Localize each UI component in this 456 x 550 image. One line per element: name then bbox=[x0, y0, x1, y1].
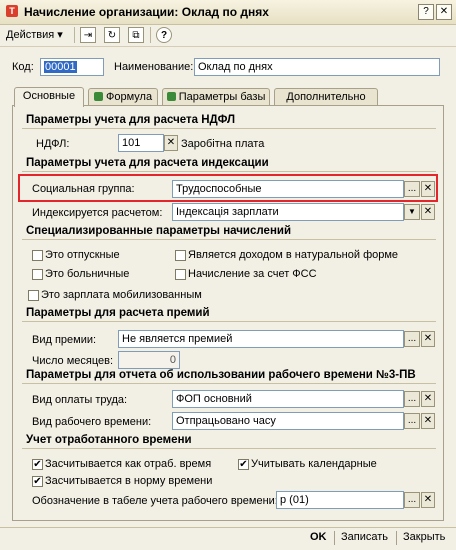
in-kind-label: Является доходом в натуральной форме bbox=[188, 249, 399, 261]
counted-norm-label: Засчитывается в норму времени bbox=[45, 475, 213, 487]
help-icon[interactable]: ? bbox=[156, 27, 172, 43]
close-window-button[interactable]: ✕ bbox=[436, 4, 452, 20]
vacation-label: Это отпускные bbox=[45, 249, 120, 261]
footer-separator bbox=[334, 531, 335, 545]
designation-label: Обозначение в табеле учета рабочего врем… bbox=[32, 495, 278, 507]
ndfl-clear-button[interactable]: ✕ bbox=[164, 135, 178, 151]
app-icon: Т bbox=[6, 5, 18, 17]
bonus-type-select-button[interactable]: ... bbox=[404, 331, 420, 347]
designation-select-button[interactable]: ... bbox=[404, 492, 420, 508]
tab-main[interactable]: Основные bbox=[14, 87, 84, 107]
social-group-clear-button[interactable]: ✕ bbox=[421, 181, 435, 197]
section-bonus: Параметры для расчета премий bbox=[22, 306, 436, 322]
mobilized-label: Это зарплата мобилизованным bbox=[41, 289, 202, 301]
sick-label: Это больничные bbox=[45, 268, 130, 280]
toolbar-divider bbox=[150, 27, 151, 43]
fss-checkbox[interactable] bbox=[175, 269, 186, 280]
base-tab-icon bbox=[166, 92, 176, 101]
navigate-icon[interactable]: ⇥ bbox=[80, 27, 96, 43]
work-time-clear-button[interactable]: ✕ bbox=[421, 413, 435, 429]
refresh-icon[interactable]: ↻ bbox=[104, 27, 120, 43]
ndfl-description: Заробітна плата bbox=[181, 138, 265, 150]
ok-button[interactable]: OK bbox=[310, 529, 327, 547]
indexed-by-field[interactable]: Індексація зарплати bbox=[172, 203, 404, 221]
calendar-checkbox[interactable]: ✔ bbox=[238, 459, 249, 470]
section-special: Специализированные параметры начислений bbox=[22, 224, 436, 240]
counted-worked-label: Засчитывается как отраб. время bbox=[45, 458, 212, 470]
in-kind-checkbox[interactable] bbox=[175, 250, 186, 261]
close-button[interactable]: Закрыть bbox=[403, 529, 445, 547]
counted-worked-checkbox[interactable]: ✔ bbox=[32, 459, 43, 470]
bonus-type-label: Вид премии: bbox=[32, 334, 97, 346]
tab-additional[interactable]: Дополнительно bbox=[274, 88, 378, 106]
indexed-by-clear-button[interactable]: ✕ bbox=[421, 204, 435, 220]
toolbar-divider bbox=[74, 27, 75, 43]
indexed-by-dropdown-button[interactable]: ▼ bbox=[404, 204, 420, 220]
toolbar: Действия ▾ ⇥ ↻ ⧉ ? bbox=[0, 24, 456, 47]
name-field[interactable]: Оклад по днях bbox=[194, 58, 440, 76]
social-group-field[interactable]: Трудоспособные bbox=[172, 180, 404, 198]
section-report: Параметры для отчета об использовании ра… bbox=[22, 368, 436, 384]
window-title: Начисление организации: Оклад по днях bbox=[24, 5, 269, 19]
section-ndfl: Параметры учета для расчета НДФЛ bbox=[22, 113, 436, 129]
fss-label: Начисление за счет ФСС bbox=[188, 268, 317, 280]
code-label: Код: bbox=[12, 61, 34, 73]
designation-clear-button[interactable]: ✕ bbox=[421, 492, 435, 508]
bonus-type-clear-button[interactable]: ✕ bbox=[421, 331, 435, 347]
code-value: 00001 bbox=[44, 61, 77, 73]
help-window-button[interactable]: ? bbox=[418, 4, 434, 20]
formula-tab-icon bbox=[93, 92, 103, 101]
social-group-label: Социальная группа: bbox=[32, 183, 135, 195]
social-group-select-button[interactable]: ... bbox=[404, 181, 420, 197]
pay-type-select-button[interactable]: ... bbox=[404, 391, 420, 407]
counted-norm-checkbox[interactable]: ✔ bbox=[32, 476, 43, 487]
copy-icon[interactable]: ⧉ bbox=[128, 27, 144, 43]
tab-formula[interactable]: Формула bbox=[88, 88, 158, 106]
actions-menu[interactable]: Действия ▾ bbox=[6, 28, 63, 42]
code-field[interactable]: 00001 bbox=[40, 58, 104, 76]
vacation-checkbox[interactable] bbox=[32, 250, 43, 261]
mobilized-checkbox[interactable] bbox=[28, 290, 39, 301]
work-time-label: Вид рабочего времени: bbox=[32, 416, 152, 428]
name-label: Наименование: bbox=[114, 61, 194, 73]
work-time-field[interactable]: Отпрацьовано часу bbox=[172, 412, 404, 430]
ndfl-code-field[interactable]: 101 bbox=[118, 134, 164, 152]
bonus-type-field[interactable]: Не является премией bbox=[118, 330, 404, 348]
calendar-label: Учитывать календарные bbox=[251, 458, 377, 470]
designation-field[interactable]: р (01) bbox=[276, 491, 404, 509]
tab-base-params-label: Параметры базы bbox=[178, 91, 266, 103]
months-field[interactable]: 0 bbox=[118, 351, 180, 369]
tab-base-params[interactable]: Параметры базы bbox=[162, 88, 270, 106]
section-indexation: Параметры учета для расчета индексации bbox=[22, 156, 436, 172]
title-bar: Т Начисление организации: Оклад по днях … bbox=[0, 0, 456, 25]
ndfl-label: НДФЛ: bbox=[36, 138, 70, 150]
months-label: Число месяцев: bbox=[32, 355, 114, 367]
save-button[interactable]: Записать bbox=[341, 529, 388, 547]
pay-type-label: Вид оплаты труда: bbox=[32, 394, 128, 406]
pay-type-clear-button[interactable]: ✕ bbox=[421, 391, 435, 407]
footer-divider bbox=[0, 527, 456, 528]
section-worktime: Учет отработанного времени bbox=[22, 433, 436, 449]
work-time-select-button[interactable]: ... bbox=[404, 413, 420, 429]
sick-checkbox[interactable] bbox=[32, 269, 43, 280]
footer-separator bbox=[396, 531, 397, 545]
tab-formula-label: Формула bbox=[105, 91, 153, 103]
indexed-by-label: Индексируется расчетом: bbox=[32, 207, 163, 219]
pay-type-field[interactable]: ФОП основний bbox=[172, 390, 404, 408]
